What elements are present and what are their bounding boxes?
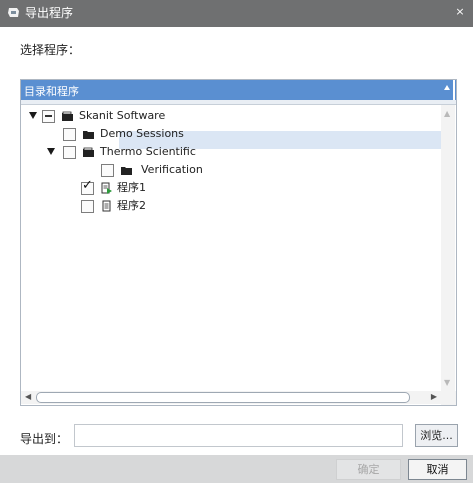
column-separator [453, 80, 455, 100]
tree-item-thermo-scientific[interactable]: Thermo Scientific [21, 143, 441, 161]
scroll-up-icon[interactable]: ▲ [444, 109, 450, 118]
tree-item-program-1[interactable]: ✓ 程序1 [21, 179, 441, 197]
collapse-arrow-icon[interactable] [47, 148, 55, 155]
close-icon: × [455, 5, 465, 18]
dialog-footer: 确定 取消 [0, 455, 473, 483]
horizontal-scrollbar[interactable]: ◀ ▶ [21, 391, 441, 404]
browse-button[interactable]: 浏览... [415, 424, 458, 447]
horizontal-scroll-thumb[interactable] [36, 392, 410, 403]
program-file-alt-icon [102, 200, 111, 212]
program-tree-panel: 目录和程序 Skanit Software Demo Sessions Ther… [20, 79, 457, 406]
program-tree: Skanit Software Demo Sessions Thermo Sci… [21, 105, 441, 390]
column-header[interactable]: 目录和程序 [21, 80, 456, 100]
checkbox[interactable] [63, 146, 76, 159]
checkbox[interactable] [63, 128, 76, 141]
ok-button[interactable]: 确定 [336, 459, 401, 480]
checkbox[interactable] [101, 164, 114, 177]
tree-item-label: 程序1 [117, 181, 146, 194]
tree-item-verification[interactable]: Verification [21, 161, 441, 179]
folder-icon [121, 167, 132, 175]
open-folder-icon [83, 147, 94, 157]
export-app-icon [8, 8, 19, 17]
tree-item-label: Demo Sessions [100, 127, 184, 140]
check-mark-icon: ✓ [82, 178, 93, 193]
scroll-left-icon[interactable]: ◀ [25, 392, 31, 401]
close-button[interactable]: × [452, 4, 468, 21]
checkbox-checked[interactable]: ✓ [81, 178, 94, 195]
export-path-input[interactable] [74, 424, 403, 447]
program-file-icon [101, 182, 112, 194]
vertical-scrollbar[interactable]: ▲ ▼ [441, 105, 455, 391]
title-bar: 导出程序 × [0, 0, 473, 27]
export-to-label: 导出到： [20, 432, 69, 446]
tree-item-skanit-software[interactable]: Skanit Software [21, 107, 441, 125]
collapse-arrow-icon[interactable] [29, 112, 37, 119]
folder-icon [83, 131, 94, 139]
tree-item-label: Verification [141, 163, 203, 176]
tree-item-demo-sessions[interactable]: Demo Sessions [21, 125, 441, 143]
select-program-label: 选择程序： [20, 43, 81, 57]
scroll-down-icon[interactable]: ▼ [444, 378, 450, 387]
tree-item-label: 程序2 [117, 199, 146, 212]
cancel-button[interactable]: 取消 [408, 459, 467, 480]
open-folder-icon [62, 111, 73, 121]
scrollbar-corner [441, 391, 456, 405]
column-header-label: 目录和程序 [24, 85, 79, 98]
checkbox[interactable] [81, 200, 94, 213]
tree-item-label: Skanit Software [79, 109, 166, 122]
tree-item-program-2[interactable]: 程序2 [21, 197, 441, 215]
checkbox-partial[interactable] [42, 110, 55, 123]
sort-up-icon[interactable] [444, 85, 450, 90]
window-title: 导出程序 [25, 6, 74, 20]
scroll-right-icon[interactable]: ▶ [431, 392, 437, 401]
tree-item-label: Thermo Scientific [100, 145, 196, 158]
